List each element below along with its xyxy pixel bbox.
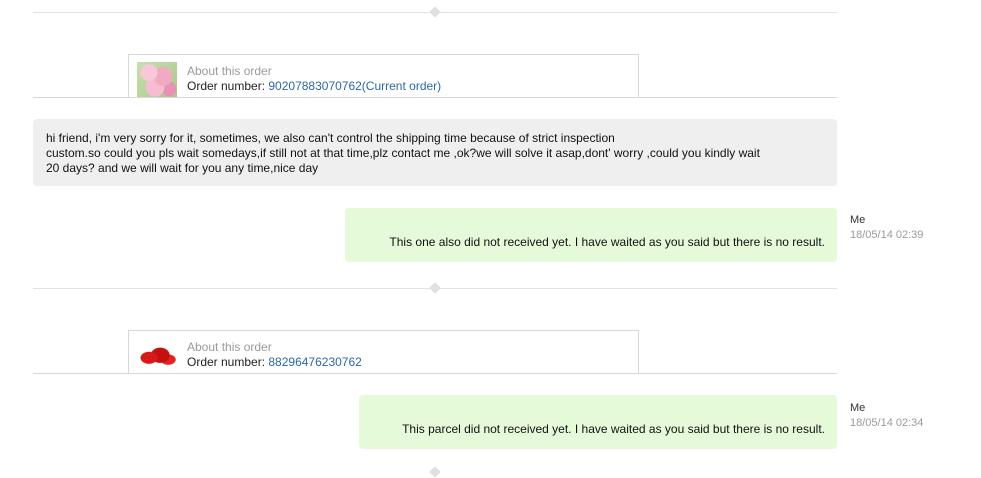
message-text: This one also did not received yet. I ha… (389, 235, 825, 249)
order-info: About this order Order number: 902078830… (187, 64, 441, 94)
order-info: About this order Order number: 882964762… (187, 340, 362, 370)
order-number-link[interactable]: 90207883070762(Current order) (268, 79, 441, 93)
message-meta: Me 18/05/14 02:39 (850, 213, 923, 243)
about-order-label: About this order (187, 64, 272, 78)
about-order-label: About this order (187, 340, 272, 354)
message-timestamp: 18/05/14 02:39 (850, 229, 924, 241)
divider-diamond-icon (429, 282, 441, 294)
outgoing-message-bubble: This one also did not received yet. I ha… (345, 208, 837, 262)
order-number-label: Order number: (187, 355, 269, 369)
incoming-message-bubble: hi friend, i'm very sorry for it, someti… (33, 119, 837, 186)
product-thumbnail[interactable] (137, 338, 177, 374)
outgoing-message-bubble: This parcel did not received yet. I have… (359, 395, 837, 449)
sender-name: Me (850, 214, 866, 226)
message-meta: Me 18/05/14 02:34 (850, 401, 923, 431)
order-card-box: About this order Order number: 902078830… (128, 54, 639, 98)
message-line: hi friend, i'm very sorry for it, someti… (46, 131, 615, 145)
divider-diamond-icon (429, 466, 441, 478)
order-number-label: Order number: (187, 79, 269, 93)
message-line: custom.so could you pls wait somedays,if… (46, 146, 760, 160)
order-card-baseline (33, 97, 837, 98)
order-card-baseline (33, 373, 837, 374)
divider (33, 282, 837, 294)
message-text: This parcel did not received yet. I have… (402, 422, 825, 436)
divider-diamond-icon (429, 6, 441, 18)
divider (33, 6, 837, 18)
message-timestamp: 18/05/14 02:34 (850, 417, 924, 429)
message-line: 20 days? and we will wait for you any ti… (46, 161, 319, 175)
order-card-box: About this order Order number: 882964762… (128, 330, 639, 374)
order-number-link[interactable]: 88296476230762 (268, 355, 361, 369)
product-thumbnail[interactable] (137, 62, 177, 98)
sender-name: Me (850, 402, 866, 414)
